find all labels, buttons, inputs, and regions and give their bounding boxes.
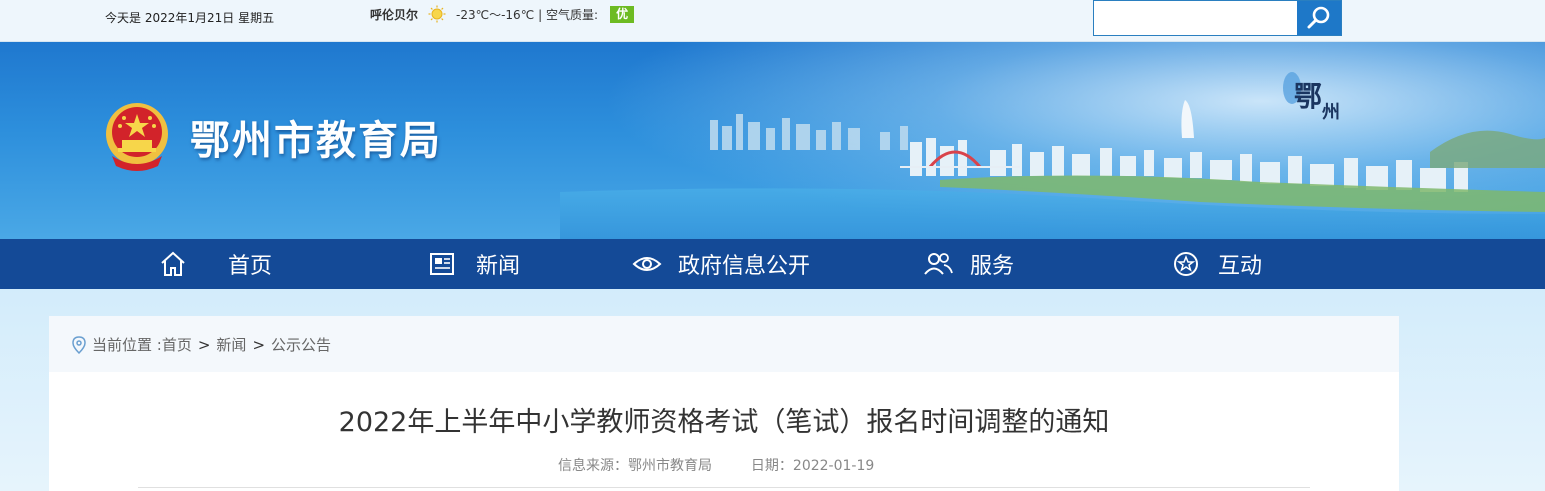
title-divider — [138, 487, 1310, 488]
svg-text:州: 州 — [1321, 102, 1340, 123]
home-icon — [161, 251, 185, 276]
national-emblem-icon — [106, 103, 168, 171]
city-skyline-image — [560, 100, 1545, 239]
eye-icon — [632, 257, 662, 271]
seal-text: 鄂 — [1294, 80, 1322, 113]
sun-icon — [428, 5, 446, 23]
article-date: 日期：2022-01-19 — [750, 458, 875, 474]
top-bar: 今天是 2022年1月21日 星期五 呼伦贝尔 -23℃～-16℃ | 空气质量… — [0, 0, 1545, 42]
nav-item-news[interactable]: 新闻 — [428, 239, 520, 289]
breadcrumb-link-news[interactable]: 新闻 — [216, 334, 246, 355]
breadcrumb-separator: > — [252, 335, 266, 354]
article-meta: 信息来源：鄂州市教育局 日期：2022-01-19 — [558, 455, 874, 475]
nav-label-interact: 互动 — [1218, 254, 1263, 279]
nav-item-gov-info[interactable]: 政府信息公开 — [632, 239, 810, 289]
nav-item-service[interactable]: 服务 — [922, 239, 1014, 289]
main-nav: 首页 新闻 政府信息公开 服务 互动 — [0, 239, 1545, 289]
weather-temperature: -23℃～-16℃ — [456, 7, 535, 22]
weather-city: 呼伦贝尔 — [370, 7, 419, 22]
breadcrumb-separator: > — [197, 335, 211, 354]
air-quality-label: | 空气质量: — [538, 7, 599, 22]
nav-label-home: 首页 — [228, 254, 273, 279]
people-icon — [924, 253, 953, 275]
search-button[interactable] — [1297, 1, 1341, 35]
nav-item-interact[interactable]: 互动 — [1172, 239, 1262, 289]
header-banner: 鄂州市教育局 鄂 州 — [0, 42, 1545, 239]
news-icon — [430, 253, 454, 275]
search-box — [1093, 0, 1342, 36]
search-input[interactable] — [1094, 1, 1298, 35]
breadcrumb-prefix: 当前位置 : — [92, 336, 162, 354]
nav-item-home[interactable]: 首页 — [158, 239, 272, 289]
weather-widget: 呼伦贝尔 -23℃～-16℃ | 空气质量: 优 — [370, 5, 635, 23]
breadcrumb-link-notices[interactable]: 公示公告 — [271, 334, 331, 355]
nav-label-gov-info: 政府信息公开 — [678, 254, 811, 279]
air-quality-badge: 优 — [610, 5, 635, 23]
nav-label-service: 服务 — [970, 254, 1015, 279]
article-source: 信息来源：鄂州市教育局 — [558, 458, 712, 474]
breadcrumb: 当前位置 : 首页 > 新闻 > 公示公告 — [72, 334, 331, 355]
location-pin-icon — [72, 335, 86, 354]
current-date: 今天是 2022年1月21日 星期五 — [105, 11, 275, 25]
breadcrumb-link-home[interactable]: 首页 — [162, 334, 192, 355]
article-title: 2022年上半年中小学教师资格考试（笔试）报名时间调整的通知 — [338, 407, 1110, 438]
nav-label-news: 新闻 — [476, 254, 521, 279]
city-seal-logo: 鄂 州 — [1280, 66, 1346, 124]
site-title: 鄂州市教育局 — [190, 117, 442, 164]
search-icon — [1307, 6, 1330, 29]
star-icon — [1174, 252, 1198, 276]
